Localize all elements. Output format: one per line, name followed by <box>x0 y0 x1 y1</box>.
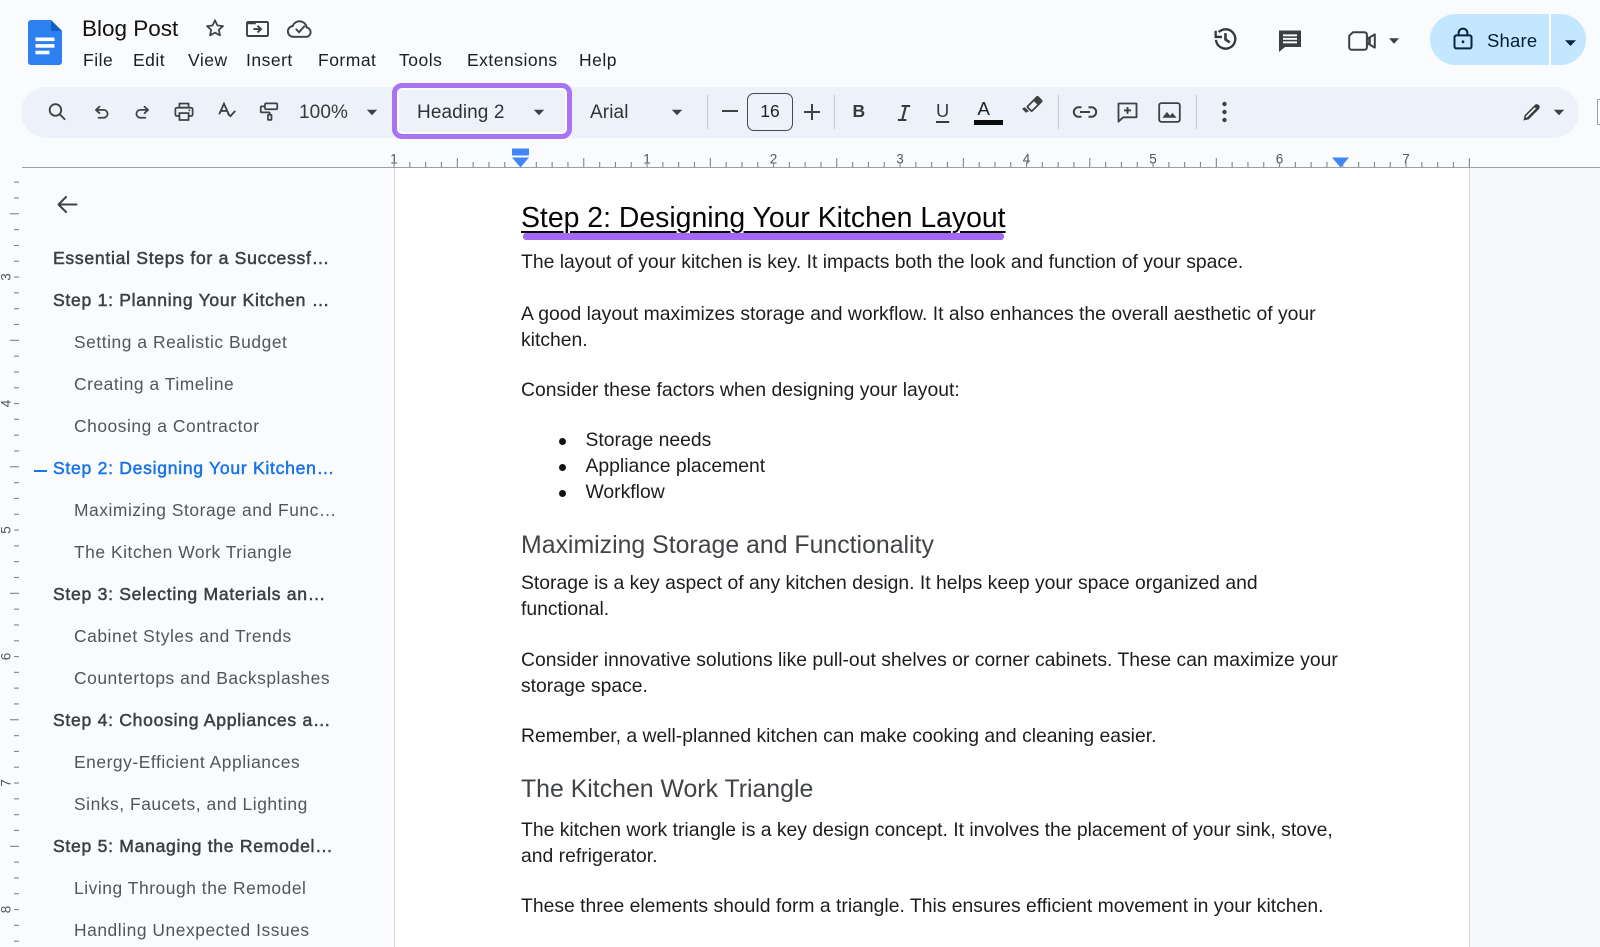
svg-text:3: 3 <box>0 273 14 281</box>
svg-text:7: 7 <box>0 779 14 787</box>
svg-text:6: 6 <box>0 653 14 661</box>
svg-text:5: 5 <box>0 526 14 534</box>
svg-text:4: 4 <box>0 399 14 407</box>
svg-text:8: 8 <box>0 906 14 914</box>
